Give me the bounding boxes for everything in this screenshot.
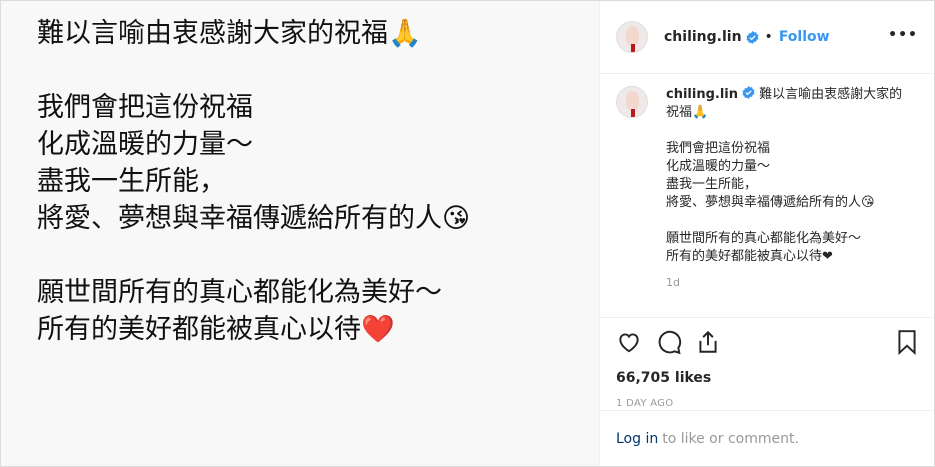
caption: chiling.lin 難以言喻由衷感謝大家的 祝福🙏 我們會把這份祝福 化成溫… [616,86,918,292]
caption-line: 盡我一生所能， [666,177,758,192]
caption-username[interactable]: chiling.lin [666,87,738,102]
caption-line: 祝福🙏 [666,105,709,120]
post-image-line: 願世間所有的真心都能化為美好～ [37,277,442,308]
avatar[interactable] [616,86,648,118]
post-image[interactable]: 難以言喻由衷感謝大家的祝福🙏 我們會把這份祝福 化成溫暖的力量～ 盡我一生所能，… [1,1,600,466]
post-image-line: 我們會把這份祝福 [37,92,253,123]
caption-gap [666,212,902,230]
header-separator: • [764,29,773,45]
avatar[interactable] [616,21,648,53]
action-bar: 66,705 likes 1 DAY AGO [600,317,934,409]
post-image-text: 難以言喻由衷感謝大家的祝福🙏 我們會把這份祝福 化成溫暖的力量～ 盡我一生所能，… [37,15,470,348]
post-container: 難以言喻由衷感謝大家的祝福🙏 我們會把這份祝福 化成溫暖的力量～ 盡我一生所能，… [0,0,935,467]
bookmark-icon[interactable] [894,329,920,356]
verified-badge-icon [746,30,759,44]
caption-line: 我們會把這份祝福 [666,141,771,156]
caption-line: 願世間所有的真心都能化為美好～ [666,231,862,246]
login-prompt-text: to like or comment. [662,430,799,447]
caption-gap [666,122,902,140]
post-image-line: 將愛、夢想與幸福傳遞給所有的人😘 [37,203,471,234]
caption-body: chiling.lin 難以言喻由衷感謝大家的 祝福🙏 我們會把這份祝福 化成溫… [666,86,902,292]
post-image-line: 盡我一生所能， [37,166,226,197]
login-link[interactable]: Log in [616,431,658,447]
caption-first-line: chiling.lin 難以言喻由衷感謝大家的 [666,86,902,104]
caption-line: 化成溫暖的力量～ [666,159,771,174]
post-image-gap [37,237,470,274]
caption-line: 所有的美好都能被真心以待❤ [666,249,833,264]
more-options-button[interactable]: ••• [888,27,918,43]
caption-timestamp[interactable]: 1d [666,274,902,292]
comment-icon[interactable] [656,329,682,355]
post-image-line: 難以言喻由衷感謝大家的祝福🙏 [37,18,422,49]
action-icons [616,318,918,368]
caption-line: 將愛、夢想與幸福傳遞給所有的人😘 [666,195,875,210]
login-prompt: Log in to like or comment. [600,410,934,466]
likes-count[interactable]: 66,705 likes [616,370,918,386]
post-timestamp[interactable]: 1 DAY AGO [616,398,918,409]
verified-badge-icon [742,86,755,99]
follow-button[interactable]: Follow [779,29,830,45]
post-header: chiling.lin • Follow ••• [600,1,934,74]
share-icon[interactable] [695,329,721,355]
post-image-line: 化成溫暖的力量～ [37,129,253,160]
heart-icon[interactable] [616,329,642,355]
caption-text: 難以言喻由衷感謝大家的 [759,87,903,102]
post-image-gap [37,52,470,89]
header-username[interactable]: chiling.lin [664,29,742,45]
post-image-line: 所有的美好都能被真心以待❤️ [37,314,395,345]
post-sidebar: chiling.lin • Follow ••• chiling.lin 難以言… [600,1,934,466]
